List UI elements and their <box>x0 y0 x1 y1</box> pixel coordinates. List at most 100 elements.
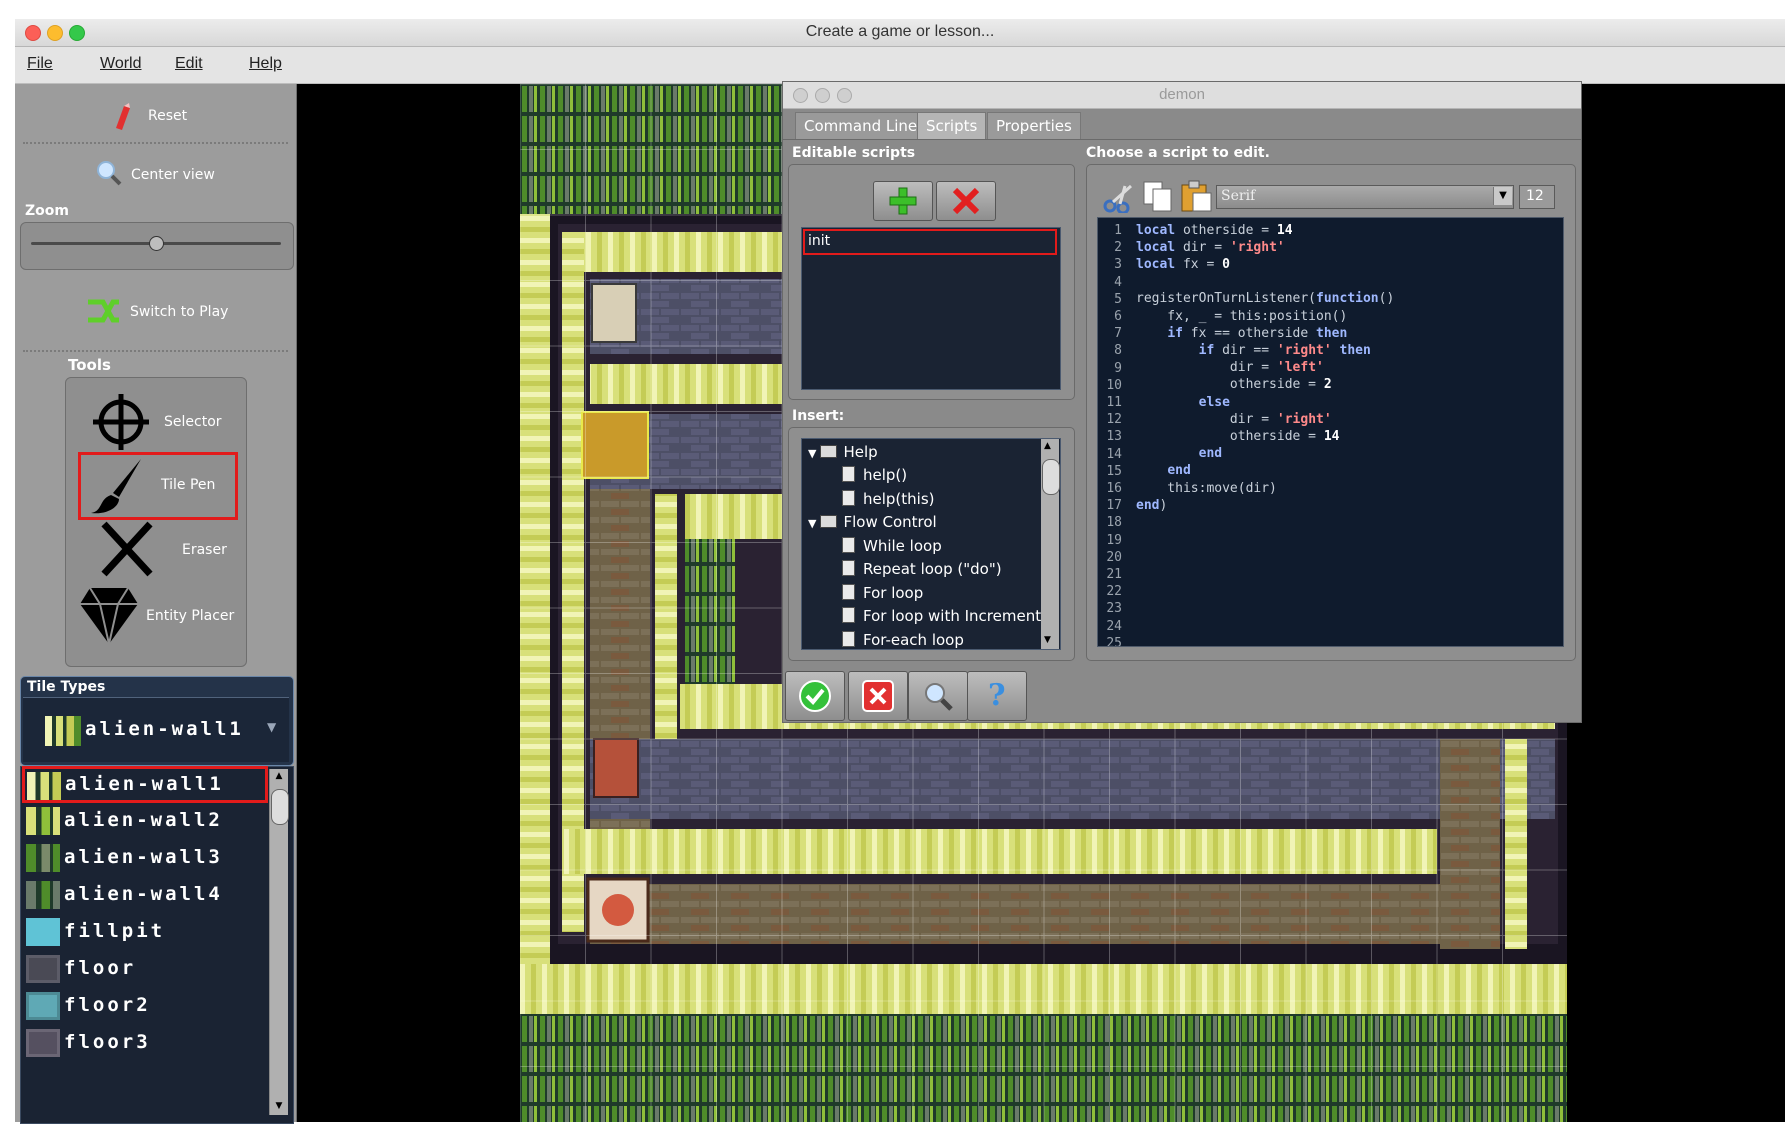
file-icon <box>842 584 855 600</box>
tile-swatch <box>45 716 81 746</box>
tab-properties[interactable]: Properties <box>987 112 1081 140</box>
cancel-button[interactable] <box>848 671 908 721</box>
line-number: 5 <box>1114 291 1122 307</box>
tile-item-alien-wall3[interactable]: alien-wall3 <box>24 840 274 877</box>
line-number: 24 <box>1106 618 1122 634</box>
tile-item-label: alien-wall3 <box>64 846 223 868</box>
font-size-value: 12 <box>1526 188 1544 204</box>
tile-item-label: alien-wall1 <box>65 773 224 795</box>
scroll-up-icon[interactable]: ▲ <box>1044 441 1051 451</box>
tree-item-for-loop-increment[interactable]: For loop with Increment <box>842 607 1041 625</box>
switch-to-play-button[interactable]: Switch to Play <box>85 294 265 328</box>
line-number: 16 <box>1106 481 1122 496</box>
insert-tree[interactable]: ▼ Help help() help(this) ▼ Flow Control Wh… <box>801 438 1061 650</box>
line-number: 3 <box>1114 257 1122 273</box>
scroll-down-icon[interactable]: ▼ <box>272 1101 286 1113</box>
tile-item-floor[interactable]: floor <box>24 951 274 988</box>
code-line: dir = 'right' <box>1136 412 1332 427</box>
code-line: fx, _ = this:position() <box>1136 309 1348 324</box>
tile-item-alien-wall1[interactable]: alien-wall1 <box>22 766 268 803</box>
tile-swatch <box>26 992 60 1020</box>
zoom-slider[interactable] <box>20 222 294 270</box>
line-number: 23 <box>1106 601 1122 617</box>
line-number: 8 <box>1114 343 1122 359</box>
tile-item-alien-wall2[interactable]: alien-wall2 <box>24 803 274 840</box>
insert-tree-scroll-thumb[interactable] <box>1042 459 1060 495</box>
selector-tool[interactable]: Selector <box>86 390 246 450</box>
delete-script-button[interactable] <box>936 181 996 221</box>
code-line: otherside = 14 <box>1136 429 1340 444</box>
tab-command-line[interactable]: Command Line <box>795 112 927 140</box>
tile-type-dropdown[interactable]: alien-wall1 ▼ <box>23 697 289 762</box>
menu-world[interactable]: World <box>100 55 142 73</box>
tree-item-help-this[interactable]: help(this) <box>842 490 935 508</box>
code-line: local otherside = 14 <box>1136 223 1293 238</box>
tile-swatch <box>26 844 60 872</box>
insert-tree-scrollbar[interactable]: ▲ ▼ <box>1041 439 1060 649</box>
insert-label: Insert: <box>792 408 845 424</box>
title-bar: Create a game or lesson... <box>15 19 1785 47</box>
line-number: 4 <box>1114 274 1122 290</box>
line-number: 11 <box>1106 395 1122 410</box>
ok-button[interactable] <box>785 671 845 721</box>
copy-icon[interactable] <box>1141 179 1175 213</box>
code-line: local fx = 0 <box>1136 257 1230 272</box>
script-list[interactable]: init <box>801 227 1061 390</box>
paste-icon[interactable] <box>1179 179 1213 213</box>
file-icon <box>842 560 855 576</box>
reset-button[interactable]: Reset <box>110 102 230 132</box>
tree-folder-help[interactable]: ▼ Help <box>808 443 878 461</box>
code-line: end) <box>1136 498 1168 513</box>
font-select[interactable]: Serif ▼ <box>1216 185 1514 209</box>
tree-item-for-each-loop[interactable]: For-each loop <box>842 631 964 649</box>
switch-to-play-label: Switch to Play <box>130 304 229 320</box>
line-number: 25 <box>1106 635 1122 647</box>
scroll-up-icon[interactable]: ▲ <box>272 771 286 783</box>
wand-icon <box>116 103 130 130</box>
search-button[interactable] <box>908 671 968 721</box>
line-number: 21 <box>1106 567 1122 582</box>
line-number: 2 <box>1114 240 1122 256</box>
menu-edit[interactable]: Edit <box>175 55 203 73</box>
tree-folder-flow-control[interactable]: ▼ Flow Control <box>808 513 937 531</box>
line-number: 1 <box>1114 223 1122 238</box>
zoom-slider-thumb[interactable] <box>149 236 164 251</box>
tile-item-floor3[interactable]: floor3 <box>24 1025 274 1062</box>
center-view-button[interactable]: Center view <box>95 159 255 189</box>
scissors-icon[interactable] <box>1103 183 1137 213</box>
chevron-down-icon[interactable]: ▼ <box>1493 187 1512 205</box>
tab-scripts[interactable]: Scripts <box>917 112 987 140</box>
tree-item-while-loop[interactable]: While loop <box>842 537 942 555</box>
script-item-init[interactable]: init <box>803 229 1057 255</box>
tile-item-alien-wall4[interactable]: alien-wall4 <box>24 877 274 914</box>
checkmark-icon <box>799 680 831 712</box>
tree-item-help[interactable]: help() <box>842 466 907 484</box>
tile-item-label: alien-wall2 <box>64 809 223 831</box>
line-number: 7 <box>1114 326 1122 342</box>
tile-item-label: fillpit <box>64 920 166 942</box>
file-icon <box>842 631 855 647</box>
menu-help[interactable]: Help <box>249 55 282 73</box>
scroll-down-icon[interactable]: ▼ <box>1044 635 1051 645</box>
crosshair-icon <box>93 394 149 450</box>
tile-types-label: Tile Types <box>27 679 106 695</box>
help-button[interactable]: ? <box>967 671 1027 721</box>
code-editor[interactable]: 1 2 3 4 5 6 7 8 9 10 11 12 13 14 15 16 17 18 19 20 21 22 23 24 2… <box>1097 217 1564 647</box>
font-size-field[interactable]: 12 <box>1519 185 1555 209</box>
selected-tile-name: alien-wall1 <box>85 718 244 740</box>
menu-bar: File World Edit Help <box>15 47 1785 84</box>
tile-pen-tool[interactable]: Tile Pen <box>78 452 238 520</box>
tile-item-floor2[interactable]: floor2 <box>24 988 274 1025</box>
eraser-tool[interactable]: Eraser <box>86 518 246 578</box>
tree-item-for-loop[interactable]: For loop <box>842 584 923 602</box>
code-line: if fx == otherside then <box>1167 326 1348 341</box>
line-number: 17 <box>1106 498 1122 514</box>
add-script-button[interactable] <box>873 181 933 221</box>
menu-file[interactable]: File <box>27 55 53 73</box>
tree-item-repeat-loop[interactable]: Repeat loop ("do") <box>842 560 1002 578</box>
folder-icon <box>820 515 838 528</box>
code-line: registerOnTurnListener(function() <box>1136 291 1395 306</box>
line-number: 12 <box>1106 412 1122 428</box>
tile-item-fillpit[interactable]: fillpit <box>24 914 274 951</box>
entity-placer-tool[interactable]: Entity Placer <box>76 584 246 646</box>
